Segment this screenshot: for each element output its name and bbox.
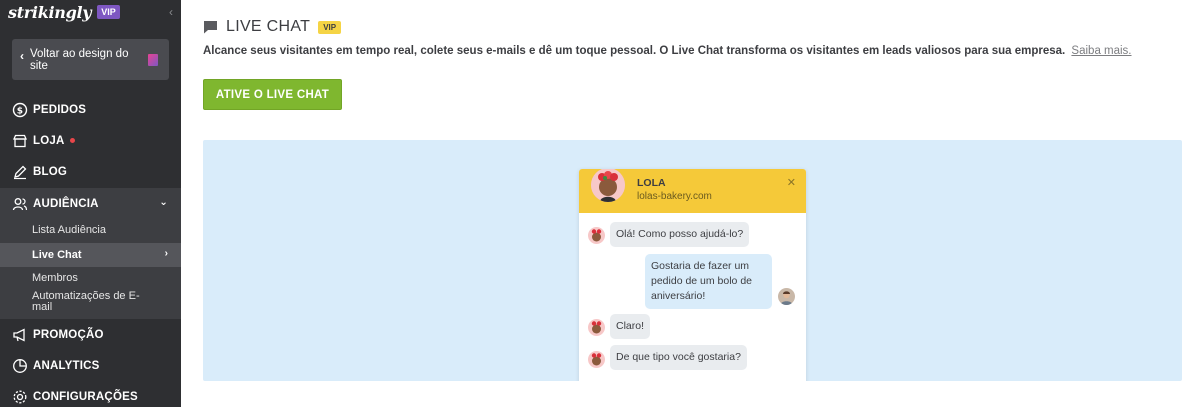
gear-icon (12, 389, 28, 405)
sidebar-item-label: CONFIGURAÇÕES (33, 390, 138, 403)
sidebar: strikingly VIP ‹ ‹ Voltar ao design do s… (0, 0, 181, 407)
chevron-left-icon: ‹ (20, 49, 24, 63)
chat-message-user: Gostaria de fazer um pedido de um bolo d… (645, 254, 772, 309)
subnav-item-label: Lista Audiência (32, 224, 106, 236)
page-header: LIVE CHAT VIP (203, 18, 342, 36)
learn-more-link[interactable]: Saiba mais. (1071, 45, 1131, 57)
sidebar-item-label: BLOG (33, 165, 68, 178)
agent-avatar (591, 169, 625, 202)
sidebar-item-blog[interactable]: BLOG (0, 156, 181, 187)
chat-widget: LOLA lolas-bakery.com ✕ Olá! Como posso … (579, 169, 806, 381)
live-chat-preview: LOLA lolas-bakery.com ✕ Olá! Como posso … (203, 140, 1182, 381)
description-text: Alcance seus visitantes em tempo real, c… (203, 45, 1066, 57)
main-content: LIVE CHAT VIP Alcance seus visitantes em… (181, 0, 1200, 407)
pie-chart-icon (12, 358, 28, 374)
subnav-item-membros[interactable]: Membros (0, 272, 181, 284)
agent-site: lolas-bakery.com (637, 191, 712, 202)
subnav-item-live-chat[interactable]: Live Chat › (0, 243, 181, 267)
chat-message-agent: Olá! Como posso ajudá-lo? (610, 222, 750, 247)
sidebar-item-label: PROMOÇÃO (33, 328, 104, 341)
page-title: LIVE CHAT (226, 18, 311, 35)
pen-icon (12, 164, 28, 180)
back-button-label: Voltar ao design do site (30, 48, 129, 72)
subnav-item-label: Live Chat (32, 249, 82, 261)
chat-widget-header: LOLA lolas-bakery.com ✕ (579, 169, 806, 213)
sidebar-item-analytics[interactable]: ANALYTICS (0, 350, 181, 381)
vip-badge: VIP (97, 5, 120, 19)
sidebar-item-label: AUDIÊNCIA (33, 197, 99, 210)
brand-logo: strikingly (8, 2, 92, 22)
close-icon[interactable]: ✕ (787, 176, 796, 189)
subnav-item-label: Automatizações de E-mail (32, 290, 140, 313)
chevron-right-icon: › (164, 248, 168, 259)
activate-live-chat-button[interactable]: ATIVE O LIVE CHAT (203, 79, 342, 110)
sidebar-item-promocao[interactable]: PROMOÇÃO (0, 319, 181, 350)
sidebar-item-label: PEDIDOS (33, 103, 87, 116)
chat-message-agent: De que tipo você gostaria? (610, 345, 747, 370)
chat-bubble-icon (204, 21, 217, 34)
sidebar-item-loja[interactable]: LOJA (0, 125, 181, 156)
vip-badge: VIP (318, 20, 342, 34)
agent-mini-avatar (588, 351, 605, 368)
agent-mini-avatar (588, 227, 605, 244)
chevron-down-icon: ⌄ (159, 197, 168, 208)
subnav-item-label: Membros (32, 272, 78, 284)
agent-name: LOLA (637, 177, 666, 189)
back-to-design-button[interactable]: ‹ Voltar ao design do site (12, 39, 169, 80)
sidebar-item-label: LOJA (33, 134, 65, 147)
sidebar-item-configuracoes[interactable]: CONFIGURAÇÕES (0, 381, 181, 407)
subnav-item-lista-audiencia[interactable]: Lista Audiência (0, 224, 181, 236)
user-mini-avatar (778, 288, 795, 305)
page-description: Alcance seus visitantes em tempo real, c… (203, 45, 1132, 57)
agent-mini-avatar (588, 319, 605, 336)
sidebar-item-audiencia[interactable]: AUDIÊNCIA ⌄ (0, 188, 181, 219)
sidebar-item-pedidos[interactable]: $ PEDIDOS (0, 94, 181, 125)
brand[interactable]: strikingly VIP (8, 2, 120, 22)
dollar-circle-icon: $ (12, 102, 28, 118)
audience-subnav: Lista Audiência Live Chat › Membros Auto… (0, 219, 181, 319)
store-icon (12, 133, 28, 149)
site-editor-icon (148, 54, 158, 66)
sidebar-item-label: ANALYTICS (33, 359, 100, 372)
chat-message-agent: Claro! (610, 314, 651, 339)
collapse-sidebar-icon[interactable]: ‹ (169, 5, 173, 19)
subnav-item-automatizacoes[interactable]: Automatizações de E-mail (0, 291, 150, 313)
notification-dot (70, 138, 76, 143)
megaphone-icon (12, 327, 28, 343)
users-icon (12, 196, 28, 212)
svg-text:$: $ (17, 106, 23, 116)
